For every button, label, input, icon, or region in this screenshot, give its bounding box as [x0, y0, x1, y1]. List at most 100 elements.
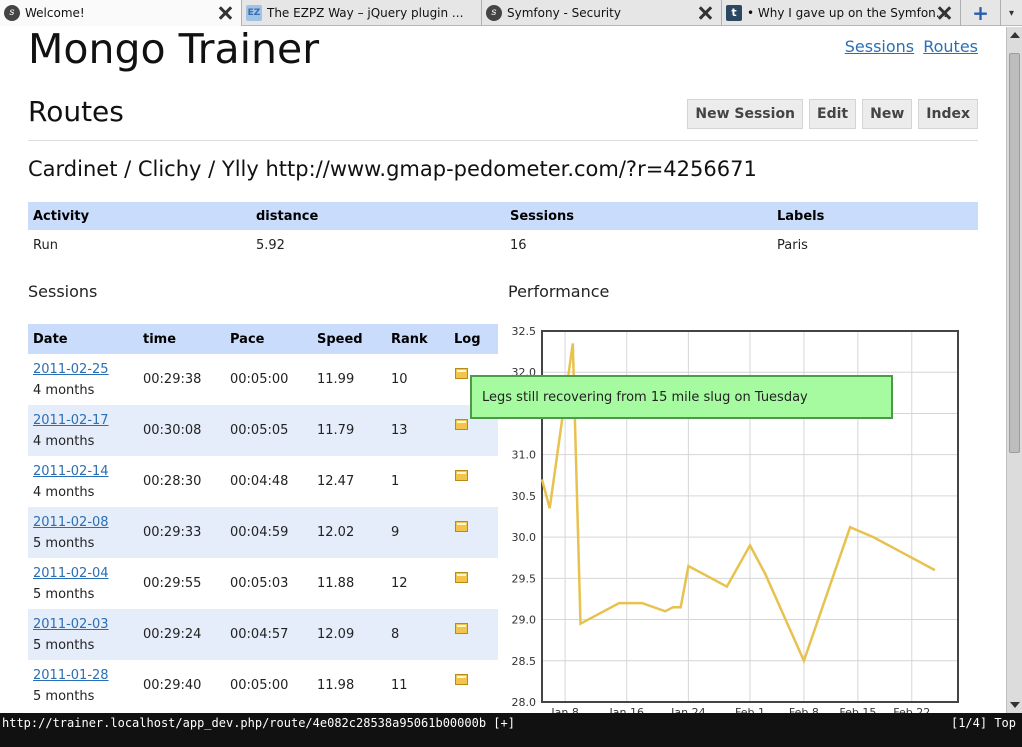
column-header: Log: [449, 324, 498, 354]
session-date-link[interactable]: 2011-02-03: [33, 617, 109, 632]
column-header: time: [138, 324, 225, 354]
session-date-link[interactable]: 2011-02-25: [33, 362, 109, 377]
new-button[interactable]: New: [862, 99, 913, 129]
table-row: 2011-02-03 5 months 00:29:24 00:04:57 12.…: [28, 609, 498, 660]
column-header: Pace: [225, 324, 312, 354]
tab-scroll-icon[interactable]: ▾: [1001, 0, 1022, 26]
session-time: 00:29:55: [143, 576, 202, 591]
page-actions: New Session Edit New Index: [687, 99, 978, 129]
ezpz-icon: EZ: [246, 5, 262, 21]
session-rank: 12: [391, 576, 408, 591]
tab-symfony-security[interactable]: s Symfony - Security: [482, 0, 722, 26]
session-date-link[interactable]: 2011-02-17: [33, 413, 109, 428]
y-tick-label: 30.5: [512, 490, 537, 503]
session-age: 5 months: [33, 535, 95, 551]
activity-value: Run: [33, 237, 58, 253]
log-note-icon[interactable]: [455, 521, 468, 532]
log-note-icon[interactable]: [455, 674, 468, 685]
session-time: 00:29:33: [138, 507, 225, 558]
x-tick-label: Feb 22: [893, 706, 930, 713]
log-note-icon[interactable]: [455, 572, 468, 583]
column-header: Labels: [772, 202, 978, 230]
session-pace: 00:04:59: [225, 507, 312, 558]
x-tick-label: Jan 8: [550, 706, 578, 713]
session-time: 00:30:08: [138, 405, 225, 456]
session-age: 5 months: [33, 637, 95, 653]
column-header: Rank: [386, 324, 449, 354]
sessions-table: Date time Pace Speed Rank Log 2011-02-25…: [28, 324, 498, 711]
top-nav: Sessions Routes: [841, 37, 978, 56]
table-row: 2011-02-08 5 months 00:29:33 00:04:59 12.…: [28, 507, 498, 558]
log-note-icon[interactable]: [455, 623, 468, 634]
scrollbar-thumb[interactable]: [1009, 53, 1020, 453]
route-summary-table: Activity distance Sessions Labels Run 5.…: [28, 202, 978, 260]
y-tick-label: 28.5: [512, 655, 537, 668]
session-speed: 11.79: [312, 405, 386, 456]
app-title: Mongo Trainer: [28, 27, 320, 73]
session-pace: 00:05:00: [230, 678, 289, 693]
close-icon[interactable]: [936, 5, 952, 21]
scroll-up-icon[interactable]: [1010, 32, 1020, 38]
x-tick-label: Feb 1: [735, 706, 765, 713]
symfony-icon: s: [486, 5, 502, 21]
table-row: 2011-02-14 4 months 00:28:30 00:04:48 12.…: [28, 456, 498, 507]
status-bar: http://trainer.localhost/app_dev.php/rou…: [0, 713, 1022, 747]
scroll-down-icon[interactable]: [1010, 702, 1020, 708]
tab-welcome[interactable]: s Welcome!: [0, 0, 242, 26]
session-speed: 11.88: [317, 576, 355, 591]
column-header: Date: [28, 324, 138, 354]
sessions-heading: Sessions: [28, 282, 98, 301]
x-tick-label: Jan 24: [670, 706, 705, 713]
session-rank: 11: [391, 678, 408, 693]
session-time: 00:29:40: [143, 678, 202, 693]
edit-button[interactable]: Edit: [809, 99, 857, 129]
y-tick-label: 28.0: [512, 696, 537, 709]
page-content: Mongo Trainer Sessions Routes Routes New…: [0, 27, 1006, 713]
session-pace: 00:04:48: [230, 474, 289, 489]
y-tick-label: 31.0: [512, 449, 537, 462]
x-tick-label: Jan 16: [609, 706, 644, 713]
divider: [28, 140, 978, 141]
x-tick-label: Feb 8: [789, 706, 819, 713]
table-row: 2011-02-04 5 months 00:29:55 00:05:03 11.…: [28, 558, 498, 609]
session-time: 00:29:38: [143, 372, 202, 387]
column-header: Speed: [312, 324, 386, 354]
session-speed: 11.99: [317, 372, 355, 387]
tab-ezpz[interactable]: EZ The EZPZ Way – jQuery plugin ...: [242, 0, 482, 26]
distance-value: 5.92: [256, 237, 285, 253]
session-age: 5 months: [33, 586, 95, 602]
column-header: Sessions: [505, 202, 772, 230]
new-tab-button[interactable]: +: [961, 0, 1001, 26]
nav-link-sessions[interactable]: Sessions: [845, 37, 914, 56]
log-note-icon[interactable]: [455, 368, 468, 379]
table-row: 2011-02-25 4 months 00:29:38 00:05:00 11.…: [28, 354, 498, 405]
session-date-link[interactable]: 2011-02-14: [33, 464, 109, 479]
session-age: 4 months: [33, 382, 95, 398]
index-button[interactable]: Index: [918, 99, 978, 129]
session-age: 5 months: [33, 688, 95, 704]
close-icon[interactable]: [697, 5, 713, 21]
column-header: Activity: [28, 202, 251, 230]
nav-link-routes[interactable]: Routes: [923, 37, 978, 56]
session-pace: 00:04:57: [225, 609, 312, 660]
column-header: distance: [251, 202, 505, 230]
close-icon[interactable]: [217, 5, 233, 21]
symfony-icon: s: [4, 5, 20, 21]
tab-title: • Why I gave up on the Symfon...: [747, 6, 948, 20]
y-tick-label: 29.5: [512, 572, 537, 585]
labels-value: Paris: [777, 237, 808, 253]
session-speed: 12.47: [317, 474, 355, 489]
session-date-link[interactable]: 2011-02-08: [33, 515, 109, 530]
session-rank: 9: [386, 507, 449, 558]
log-note-icon[interactable]: [455, 419, 468, 430]
tab-tumblr[interactable]: t • Why I gave up on the Symfon...: [722, 0, 961, 26]
log-note-icon[interactable]: [455, 470, 468, 481]
vertical-scrollbar[interactable]: [1006, 27, 1022, 713]
session-pace: 00:05:03: [230, 576, 289, 591]
session-date-link[interactable]: 2011-02-04: [33, 566, 109, 581]
new-session-button[interactable]: New Session: [687, 99, 804, 129]
session-pace: 00:05:00: [230, 372, 289, 387]
session-age: 4 months: [33, 433, 95, 449]
tab-title: Welcome!: [25, 6, 85, 20]
session-date-link[interactable]: 2011-01-28: [33, 668, 109, 683]
